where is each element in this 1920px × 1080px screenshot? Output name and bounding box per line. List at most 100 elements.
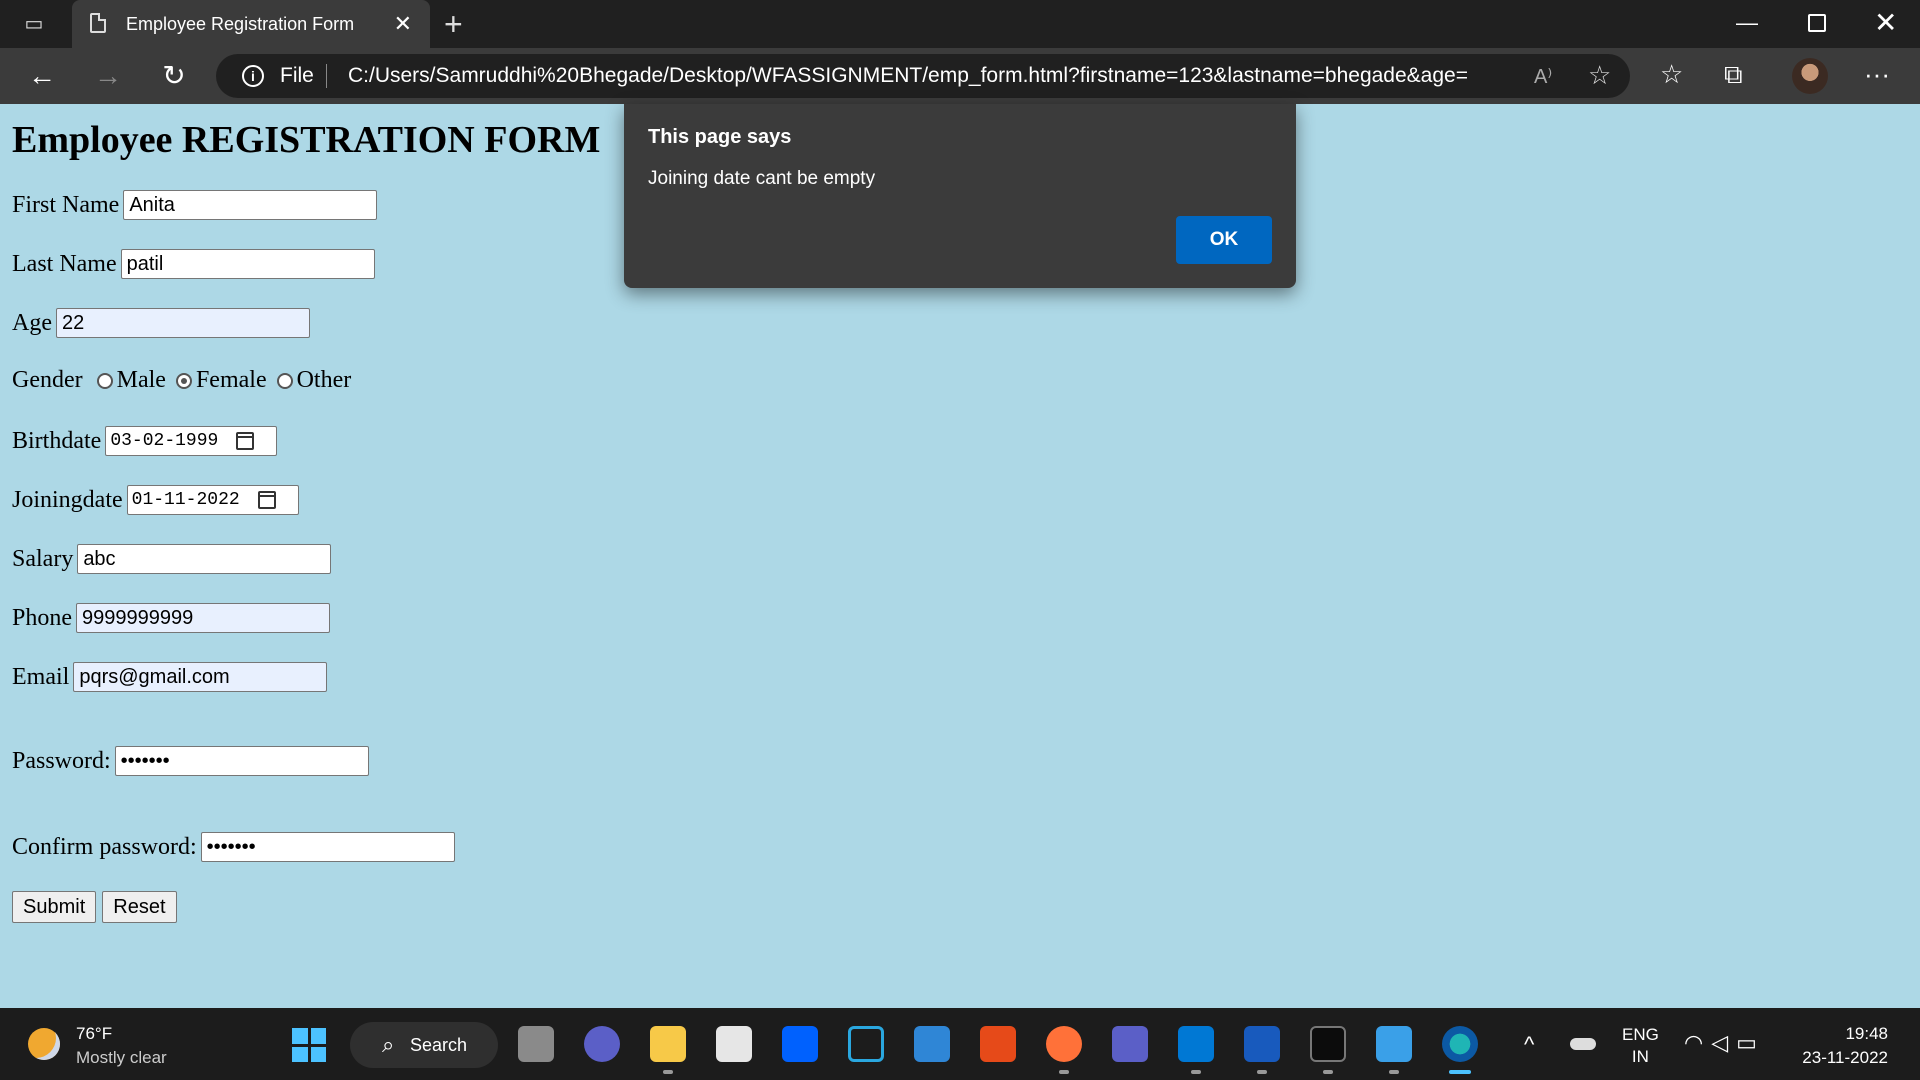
running-indicator — [1323, 1070, 1333, 1074]
terminal-icon[interactable] — [1310, 1026, 1346, 1062]
email-row: Email pqrs@gmail.com — [12, 662, 328, 692]
microsoft-store-icon[interactable] — [716, 1026, 752, 1062]
clock[interactable]: 19:48 23-11-2022 — [1802, 1022, 1888, 1070]
joiningdate-label: Joiningdate — [12, 486, 123, 513]
alert-dialog: This page says Joining date cant be empt… — [624, 104, 1296, 288]
calendar-icon[interactable] — [257, 491, 276, 509]
gender-male-label: Male — [116, 367, 166, 393]
forward-icon[interactable]: → — [92, 60, 124, 92]
submit-button[interactable]: Submit — [12, 891, 97, 923]
salary-row: Salary abc — [12, 544, 332, 574]
new-tab-button[interactable]: + — [444, 8, 463, 40]
start-button[interactable] — [292, 1028, 326, 1062]
browser-toolbar: ← → ↻ i File C:/Users/Samruddhi%20Bhegad… — [0, 48, 1920, 104]
salary-input[interactable]: abc — [77, 544, 332, 574]
taskbar-search[interactable]: ⌕ Search — [350, 1022, 498, 1068]
language-code: ENG — [1622, 1025, 1659, 1044]
word-icon[interactable] — [1244, 1026, 1280, 1062]
email-input[interactable]: pqrs@gmail.com — [73, 662, 328, 692]
gender-female-radio[interactable] — [175, 372, 192, 389]
gender-male-radio[interactable] — [96, 372, 113, 389]
confirm-password-input[interactable]: ••••••• — [200, 832, 455, 862]
joiningdate-row: Joiningdate 01-11-2022 — [12, 485, 299, 515]
birthdate-value: 03-02-1999 — [110, 431, 219, 451]
phone-row: Phone 9999999999 — [12, 603, 330, 633]
volume-icon[interactable]: ◁ — [1711, 1030, 1736, 1055]
teams-icon[interactable] — [1112, 1026, 1148, 1062]
tab-actions-icon[interactable]: ▭ — [22, 12, 46, 36]
phone-input[interactable]: 9999999999 — [76, 603, 330, 633]
collections-icon[interactable]: ⧉ — [1724, 58, 1743, 90]
joiningdate-input[interactable]: 01-11-2022 — [126, 485, 299, 515]
joiningdate-value: 01-11-2022 — [131, 490, 240, 510]
age-label: Age — [12, 309, 52, 336]
confirm-password-row: Confirm password: ••••••• — [12, 832, 455, 862]
add-favorite-icon[interactable]: ☆ — [1588, 60, 1611, 91]
minimize-icon[interactable]: — — [1736, 10, 1758, 36]
office-icon[interactable] — [980, 1026, 1016, 1062]
weather-condition[interactable]: Mostly clear — [76, 1048, 167, 1068]
tab-close-icon[interactable]: ✕ — [394, 10, 412, 38]
salary-label: Salary — [12, 545, 74, 572]
birthdate-row: Birthdate 03-02-1999 — [12, 426, 278, 456]
last-name-input[interactable]: patil — [120, 249, 375, 279]
favorites-icon[interactable]: ☆ — [1660, 58, 1683, 90]
chevron-up-icon[interactable]: ^ — [1524, 1032, 1534, 1058]
age-input[interactable]: 22 — [55, 308, 310, 338]
running-indicator — [663, 1070, 673, 1074]
password-row: Password: ••••••• — [12, 746, 369, 776]
address-bar[interactable]: i File C:/Users/Samruddhi%20Bhegade/Desk… — [216, 54, 1630, 98]
photos-icon[interactable] — [1376, 1026, 1412, 1062]
gender-row: Gender Male Female Other — [12, 367, 351, 394]
file-explorer-icon[interactable] — [650, 1026, 686, 1062]
gender-other-radio[interactable] — [276, 372, 293, 389]
document-icon — [90, 13, 106, 33]
tab-title: Employee Registration Form — [126, 14, 355, 34]
chat-icon[interactable] — [584, 1026, 620, 1062]
restore-icon[interactable] — [1808, 14, 1826, 32]
more-options-icon[interactable]: ··· — [1864, 58, 1890, 90]
phone-label: Phone — [12, 604, 72, 631]
firefox-icon[interactable] — [1046, 1026, 1082, 1062]
dialog-message: Joining date cant be empty — [648, 168, 876, 189]
url-scheme: File — [280, 64, 314, 87]
edge-icon[interactable] — [1442, 1026, 1478, 1062]
confirm-password-label: Confirm password: — [12, 833, 197, 860]
info-icon[interactable]: i — [242, 65, 264, 87]
search-icon: ⌕ — [382, 1032, 395, 1057]
first-name-label: First Name — [12, 191, 120, 218]
browser-tab[interactable]: Employee Registration Form ✕ — [72, 0, 430, 48]
dev-tool-icon[interactable] — [848, 1026, 884, 1062]
language-indicator[interactable]: ENG IN — [1622, 1024, 1659, 1068]
weather-temperature[interactable]: 76°F — [76, 1024, 112, 1044]
last-name-label: Last Name — [12, 250, 117, 277]
birthdate-input[interactable]: 03-02-1999 — [105, 426, 278, 456]
clock-date: 23-11-2022 — [1802, 1048, 1888, 1067]
battery-icon[interactable]: ▭ — [1736, 1030, 1765, 1055]
url-text[interactable]: C:/Users/Samruddhi%20Bhegade/Desktop/WFA… — [348, 64, 1468, 88]
ok-button[interactable]: OK — [1176, 216, 1272, 264]
first-name-input[interactable]: Anita — [123, 190, 378, 220]
password-input[interactable]: ••••••• — [114, 746, 369, 776]
read-aloud-icon[interactable]: A⁾ — [1534, 64, 1552, 89]
system-tray-icons[interactable]: ◠◁▭ — [1684, 1030, 1765, 1056]
close-window-icon[interactable]: ✕ — [1874, 6, 1897, 39]
wifi-icon[interactable]: ◠ — [1684, 1030, 1711, 1055]
taskbar: 76°F Mostly clear ⌕ Search ^ ENG IN ◠◁▭ … — [0, 1008, 1920, 1080]
gender-female-label: Female — [195, 367, 267, 393]
reset-button[interactable]: Reset — [102, 891, 177, 923]
calendar-icon[interactable] — [236, 432, 255, 450]
running-indicator — [1059, 1070, 1069, 1074]
onedrive-icon[interactable] — [1570, 1038, 1596, 1050]
refresh-icon[interactable]: ↻ — [158, 60, 190, 92]
running-indicator — [1257, 1070, 1267, 1074]
dropbox-icon[interactable] — [782, 1026, 818, 1062]
vscode-icon[interactable] — [1178, 1026, 1214, 1062]
password-label: Password: — [12, 747, 111, 774]
profile-avatar[interactable] — [1792, 58, 1828, 94]
weather-icon[interactable] — [28, 1028, 60, 1060]
mail-icon[interactable] — [914, 1026, 950, 1062]
running-indicator — [1389, 1070, 1399, 1074]
back-icon[interactable]: ← — [26, 60, 58, 92]
task-view-icon[interactable] — [518, 1026, 554, 1062]
